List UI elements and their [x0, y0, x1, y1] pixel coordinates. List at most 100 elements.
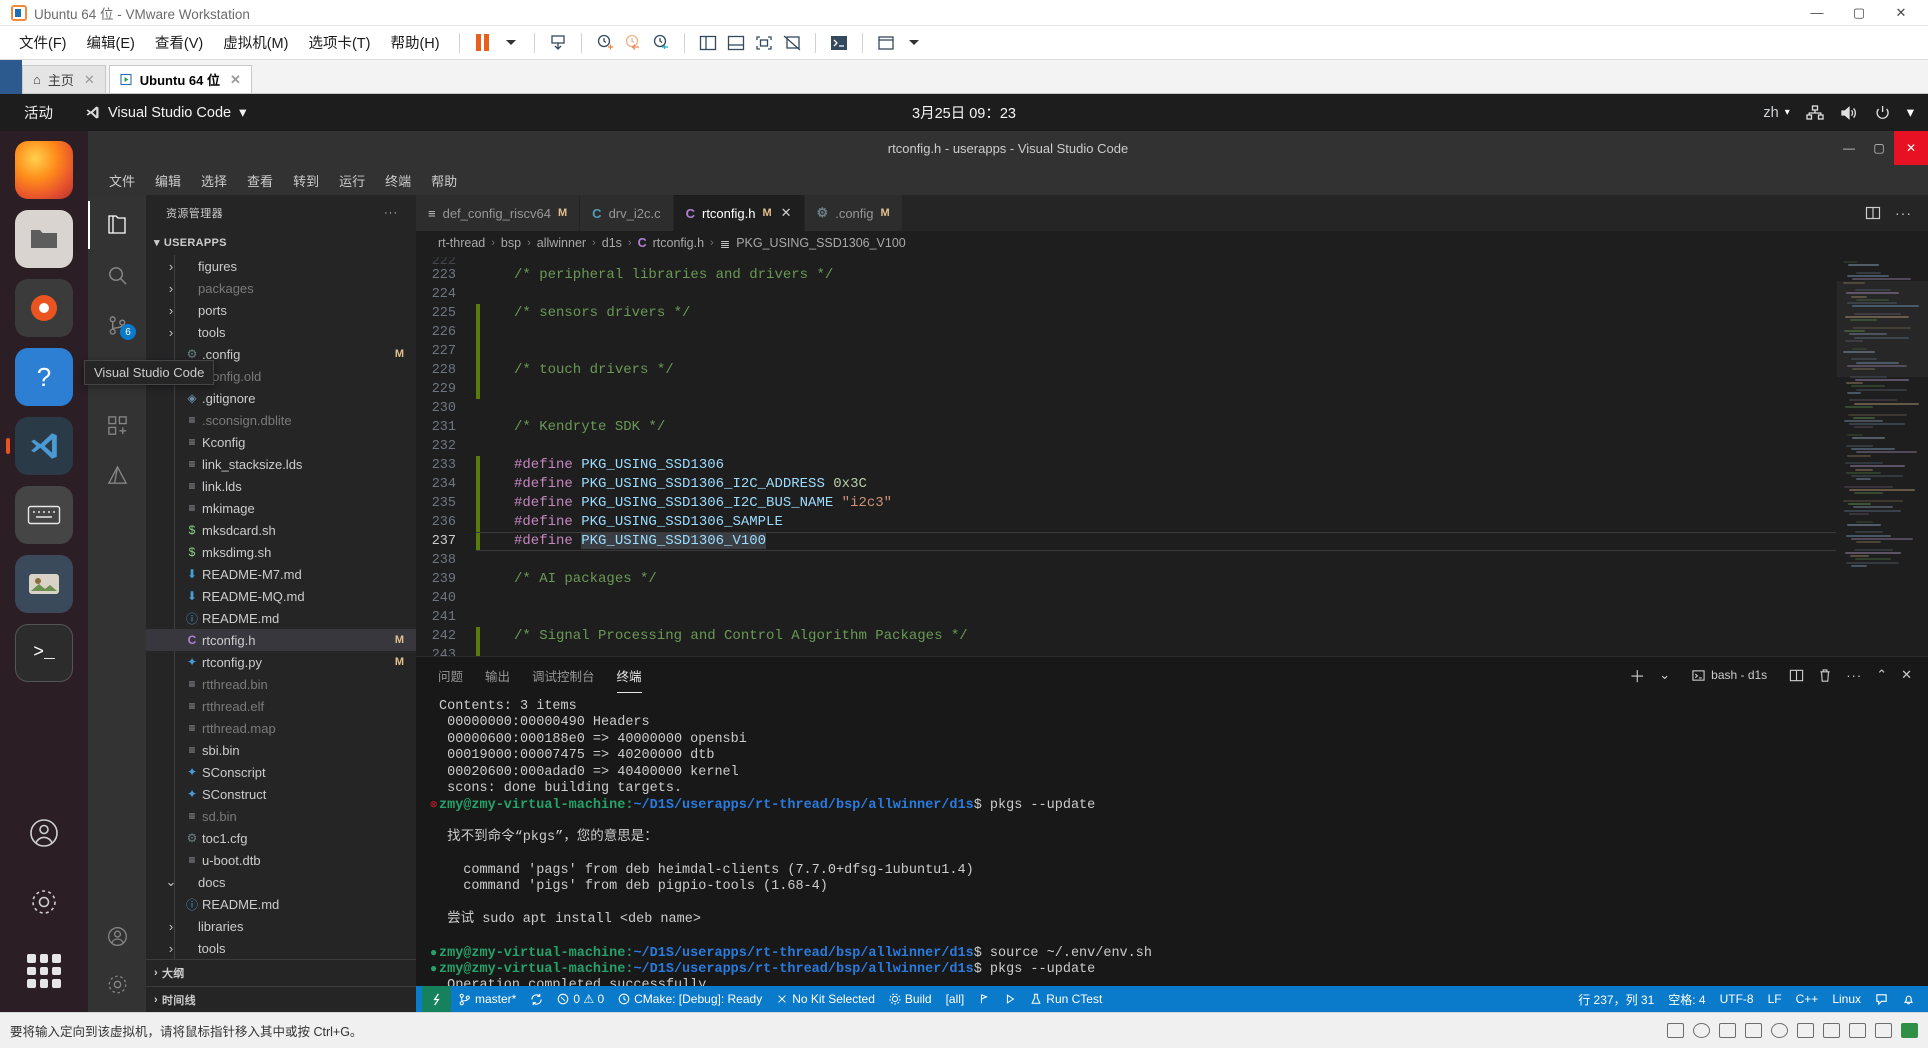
- breadcrumb-item[interactable]: rtconfig.h: [653, 236, 704, 250]
- activitybar-item-extensions[interactable]: [88, 401, 146, 449]
- code-line[interactable]: 235 #define PKG_USING_SSD1306_I2C_BUS_NAM…: [416, 494, 1836, 513]
- hdd-icon[interactable]: [1667, 1023, 1684, 1038]
- vmware-menu-file[interactable]: 文件(F): [10, 28, 76, 57]
- console-view-icon[interactable]: [826, 31, 852, 55]
- file-tree-item[interactable]: › tools: [146, 321, 416, 343]
- snapshot-revert-icon[interactable]: [620, 31, 646, 55]
- power-icon[interactable]: [1874, 105, 1891, 121]
- file-tree-item[interactable]: ⌄ docs: [146, 871, 416, 893]
- vscode-minimize-button[interactable]: —: [1834, 131, 1864, 165]
- activities-button[interactable]: 活动: [14, 102, 63, 123]
- ellipsis-icon[interactable]: ···: [1846, 668, 1862, 683]
- code-line[interactable]: 234 #define PKG_USING_SSD1306_I2C_ADDRESS…: [416, 475, 1836, 494]
- split-editor-icon[interactable]: [1865, 205, 1881, 221]
- dock-terminal-icon[interactable]: >_: [15, 624, 73, 682]
- status-cmake-target[interactable]: [all]: [939, 986, 972, 1012]
- file-tree-item[interactable]: ⬇ README-MQ.md: [146, 585, 416, 607]
- file-tree-item[interactable]: ⬇ README-M7.md: [146, 563, 416, 585]
- dock-vscode-icon[interactable]: [15, 417, 73, 475]
- vscode-menu-run[interactable]: 运行: [330, 168, 374, 193]
- split-terminal-icon[interactable]: [1789, 668, 1804, 683]
- snapshot-manager-icon[interactable]: [648, 31, 674, 55]
- ellipsis-icon[interactable]: ···: [384, 207, 398, 219]
- chevron-down-icon[interactable]: ▾: [1907, 105, 1914, 121]
- code-line[interactable]: 230: [416, 399, 1836, 418]
- file-tree-item[interactable]: ≡ mkimage: [146, 497, 416, 519]
- status-git-branch[interactable]: master*: [451, 986, 523, 1012]
- activitybar-item-cmake[interactable]: [88, 451, 146, 499]
- dropdown-caret-icon[interactable]: [498, 31, 524, 55]
- file-tree-item[interactable]: ≡ rtthread.bin: [146, 673, 416, 695]
- code-line[interactable]: 233 #define PKG_USING_SSD1306: [416, 456, 1836, 475]
- code-line[interactable]: 239 /* AI packages */: [416, 570, 1836, 589]
- code-line[interactable]: 238: [416, 551, 1836, 570]
- close-icon[interactable]: ✕: [1901, 667, 1912, 683]
- printer-icon[interactable]: [1797, 1023, 1814, 1038]
- close-icon[interactable]: ✕: [781, 205, 792, 221]
- vscode-menu-help[interactable]: 帮助: [422, 168, 466, 193]
- breadcrumb-item[interactable]: PKG_USING_SSD1306_V100: [736, 236, 906, 250]
- editor-tab[interactable]: Cdrv_i2c.c: [580, 195, 674, 231]
- editor-tab[interactable]: ⚙ .config M: [804, 195, 903, 231]
- pause-icon[interactable]: [470, 31, 496, 55]
- dock-firefox-icon[interactable]: [15, 141, 73, 199]
- editor-tab[interactable]: ≡ def_config_riscv64 M: [416, 195, 581, 231]
- status-git-sync[interactable]: [523, 986, 550, 1012]
- sidebar-section-outline[interactable]: › 大纲: [146, 960, 416, 986]
- status-cmake-debug[interactable]: [971, 986, 997, 1012]
- file-tree-item[interactable]: › ports: [146, 299, 416, 321]
- panel-tab-debug-console[interactable]: 调试控制台: [532, 658, 595, 693]
- camera-icon[interactable]: [1823, 1023, 1840, 1038]
- breadcrumb-item[interactable]: bsp: [501, 236, 521, 250]
- close-icon[interactable]: ✕: [84, 72, 95, 88]
- file-tree-item[interactable]: ≡ link.lds: [146, 475, 416, 497]
- code-line[interactable]: 237 #define PKG_USING_SSD1306_V100: [416, 532, 1836, 551]
- dock-files-icon[interactable]: [15, 210, 73, 268]
- code-line[interactable]: 232: [416, 437, 1836, 456]
- status-indentation[interactable]: 空格: 4: [1661, 986, 1712, 1012]
- file-tree-item[interactable]: ≡ .sconsign.dblite: [146, 409, 416, 431]
- vscode-menu-view[interactable]: 查看: [238, 168, 282, 193]
- show-thumbnails-icon[interactable]: [723, 31, 749, 55]
- preferences-icon[interactable]: [873, 31, 899, 55]
- breadcrumb-item[interactable]: d1s: [602, 236, 622, 250]
- code-editor[interactable]: 222 223 /* peripheral libraries and driver…: [416, 255, 1928, 656]
- network-icon[interactable]: [1806, 104, 1824, 121]
- status-cmake[interactable]: CMake: [Debug]: Ready: [611, 986, 769, 1012]
- vmware-tab-ubuntu[interactable]: Ubuntu 64 位 ✕: [108, 65, 252, 93]
- usb-icon[interactable]: [1745, 1023, 1762, 1038]
- editor-tab[interactable]: Crtconfig.h M ✕: [673, 195, 805, 231]
- status-problems[interactable]: 0 ⚠ 0: [550, 986, 611, 1012]
- file-tree-item[interactable]: › packages: [146, 277, 416, 299]
- file-tree-item[interactable]: $ mksdcard.sh: [146, 519, 416, 541]
- panel-tab-terminal[interactable]: 终端: [616, 658, 642, 693]
- breadcrumb-item[interactable]: rt-thread: [438, 236, 485, 250]
- screen-icon[interactable]: [1901, 1023, 1918, 1038]
- file-tree-item[interactable]: Crtconfig.h M: [146, 629, 416, 651]
- file-tree-item[interactable]: $ mksdimg.sh: [146, 541, 416, 563]
- file-tree-item[interactable]: ✦ rtconfig.py M: [146, 651, 416, 673]
- code-line[interactable]: 229: [416, 380, 1836, 399]
- vmware-close-button[interactable]: ✕: [1880, 0, 1922, 26]
- vscode-menu-select[interactable]: 选择: [192, 168, 236, 193]
- file-tree-item[interactable]: ≡ sd.bin: [146, 805, 416, 827]
- chevron-up-icon[interactable]: ⌃: [1876, 667, 1887, 683]
- vmware-menu-help[interactable]: 帮助(H): [381, 28, 448, 57]
- vscode-menu-terminal[interactable]: 终端: [376, 168, 420, 193]
- volume-icon[interactable]: [1840, 105, 1858, 121]
- activitybar-item-explorer[interactable]: [88, 201, 146, 249]
- file-tree-item[interactable]: ✦ SConstruct: [146, 783, 416, 805]
- chevron-down-icon[interactable]: ⌄: [1659, 667, 1670, 683]
- show-library-icon[interactable]: [695, 31, 721, 55]
- editor-minimap[interactable]: [1836, 255, 1928, 656]
- file-tree-item[interactable]: › tools: [146, 937, 416, 959]
- file-tree-item[interactable]: ≡ link_stacksize.lds: [146, 453, 416, 475]
- file-tree-item[interactable]: ✦ SConscript: [146, 761, 416, 783]
- vmware-minimize-button[interactable]: —: [1796, 0, 1838, 26]
- vmware-menu-vm[interactable]: 虚拟机(M): [214, 28, 297, 57]
- terminal-selector[interactable]: bash - d1s: [1684, 666, 1775, 684]
- code-lines[interactable]: 222 223 /* peripheral libraries and driver…: [416, 255, 1836, 656]
- display-icon[interactable]: [1849, 1023, 1866, 1038]
- terminal-output[interactable]: Contents: 3 items 00000000:00000490 Head…: [416, 693, 1928, 986]
- dock-help-icon[interactable]: ?: [15, 348, 73, 406]
